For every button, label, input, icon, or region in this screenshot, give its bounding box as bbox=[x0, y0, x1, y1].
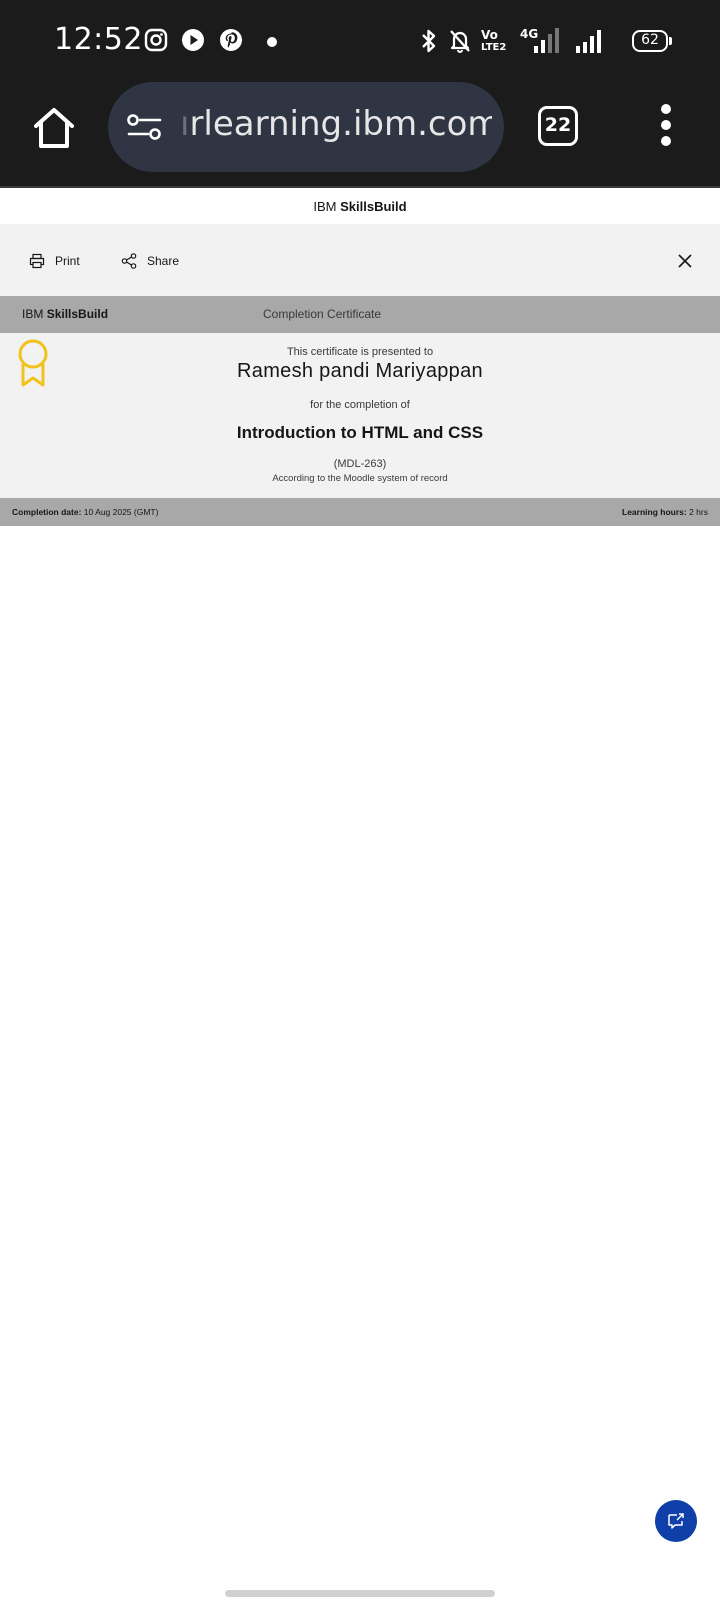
print-button[interactable]: Print bbox=[29, 250, 80, 272]
learning-hours: Learning hours: 2 hrs bbox=[622, 498, 708, 526]
volte-icon: Vo LTE2 bbox=[481, 29, 511, 55]
print-label: Print bbox=[55, 254, 80, 268]
completion-date: Completion date: 10 Aug 2025 (GMT) bbox=[12, 498, 158, 526]
gesture-home-indicator[interactable] bbox=[225, 1590, 495, 1597]
certificate-header: IBM SkillsBuild Completion Certificate bbox=[0, 296, 720, 333]
4g-signal-icon: 4G bbox=[520, 28, 564, 54]
url-text[interactable]: ırlearning.ibm.com bbox=[180, 104, 492, 144]
share-button[interactable]: Share bbox=[121, 250, 179, 272]
recipient-name: Ramesh pandi Mariyappan bbox=[237, 360, 483, 382]
signal-icon bbox=[576, 30, 601, 53]
certificate-body: This certificate is presented to Ramesh … bbox=[0, 333, 720, 498]
learning-hours-value: 2 hrs bbox=[689, 507, 708, 517]
notification-dot-icon bbox=[267, 37, 277, 47]
battery-icon: 62 bbox=[632, 30, 668, 52]
brand-prefix: IBM bbox=[313, 199, 337, 214]
close-icon[interactable] bbox=[676, 252, 694, 270]
address-bar[interactable]: ırlearning.ibm.com bbox=[108, 82, 504, 172]
tab-switcher-button[interactable]: 22 bbox=[538, 106, 578, 146]
status-time: 12:52 bbox=[54, 22, 143, 57]
volte-top-label: Vo bbox=[481, 28, 498, 42]
record-source-text: According to the Moodle system of record bbox=[272, 473, 448, 484]
printer-icon bbox=[29, 253, 45, 269]
share-label: Share bbox=[147, 254, 180, 268]
certificate-brand: IBM SkillsBuild bbox=[22, 296, 108, 333]
bluetooth-icon bbox=[422, 29, 436, 53]
chat-launch-icon bbox=[668, 1513, 684, 1529]
overflow-menu-icon[interactable] bbox=[656, 104, 676, 150]
bell-off-icon bbox=[450, 30, 470, 53]
completion-text: for the completion of bbox=[310, 399, 410, 411]
completion-date-value: 10 Aug 2025 (GMT) bbox=[83, 507, 159, 517]
learning-hours-label: Learning hours: bbox=[622, 507, 687, 517]
share-icon bbox=[121, 253, 137, 269]
course-title: Introduction to HTML and CSS bbox=[236, 423, 484, 442]
completion-date-label: Completion date: bbox=[12, 507, 82, 517]
instagram-icon bbox=[144, 28, 168, 52]
pinterest-icon bbox=[220, 29, 242, 51]
chat-launcher-button[interactable] bbox=[655, 1500, 697, 1542]
page-info-icon[interactable] bbox=[126, 112, 164, 142]
certificate-action-bar: Print Share bbox=[0, 224, 720, 296]
certificate-footer: Completion date: 10 Aug 2025 (GMT) Learn… bbox=[0, 498, 720, 526]
battery-tip bbox=[669, 37, 672, 45]
brand-name: SkillsBuild bbox=[340, 199, 407, 214]
url-host: rlearning.ibm.com bbox=[189, 104, 492, 144]
certificate-brand-name: SkillsBuild bbox=[46, 307, 109, 321]
browser-toolbar: ırlearning.ibm.com 22 bbox=[0, 82, 720, 188]
skillsbuild-brand-bar: IBM SkillsBuild bbox=[0, 188, 720, 224]
youtube-icon bbox=[182, 29, 204, 51]
course-code: (MDL-263) bbox=[333, 458, 387, 470]
home-icon[interactable] bbox=[30, 104, 78, 152]
status-bar: 12:52 Vo LTE2 4G 62 bbox=[0, 0, 720, 82]
volte-bottom-label: LTE2 bbox=[481, 42, 507, 53]
presented-to-text: This certificate is presented to bbox=[286, 346, 434, 358]
certificate-brand-prefix: IBM bbox=[22, 307, 44, 321]
certificate-title: Completion Certificate bbox=[263, 307, 382, 321]
